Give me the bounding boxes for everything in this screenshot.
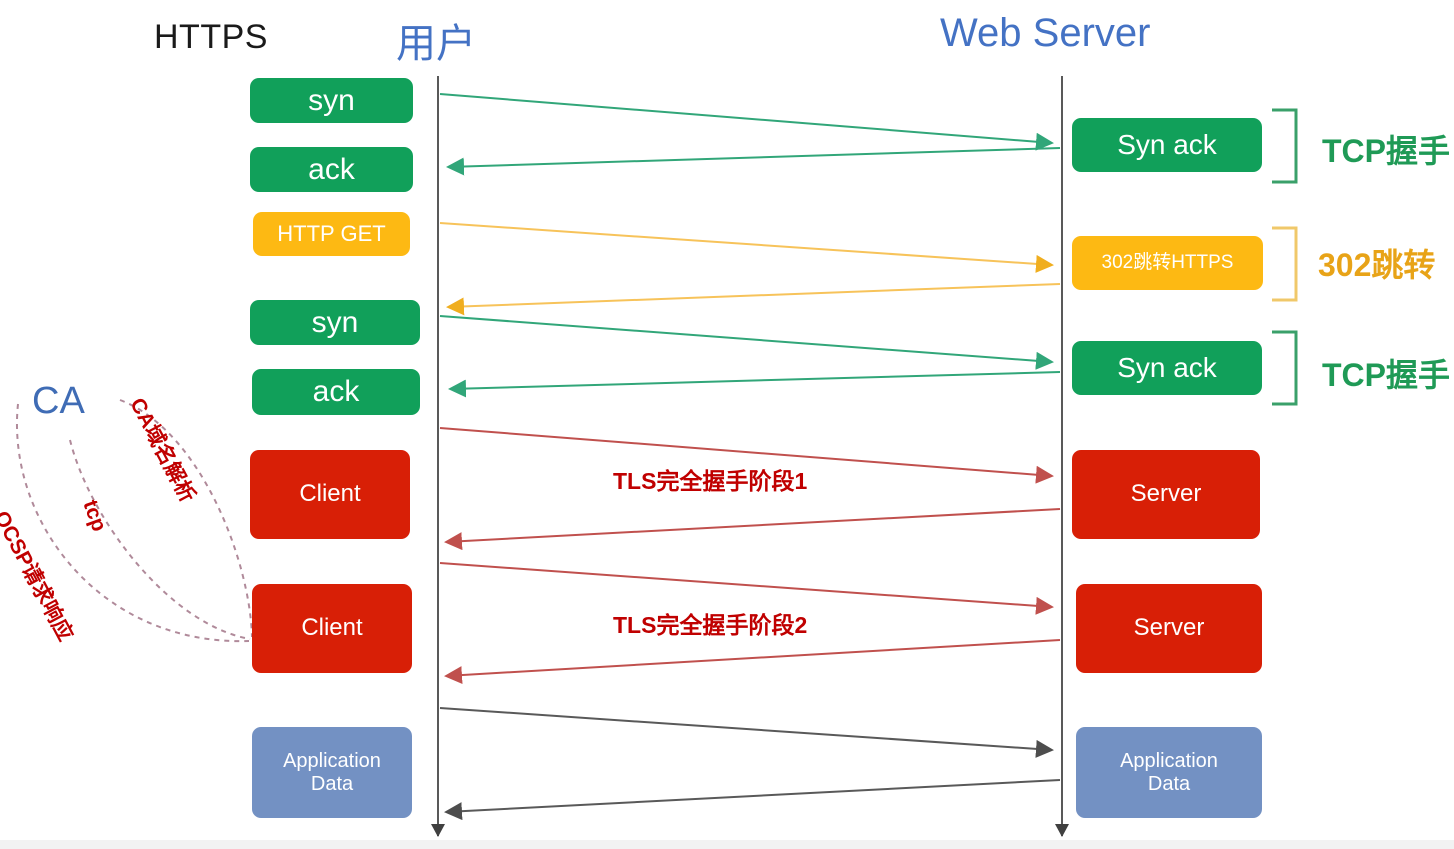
group-label-tcp-handshake-1: TCP握手: [1322, 133, 1451, 169]
message-label-tls-phase-2: TLS完全握手阶段2: [613, 612, 808, 638]
actor-label-server: Web Server: [940, 11, 1151, 55]
bracket-302: [1272, 226, 1298, 302]
diagram-canvas: HTTPS 用户 Web Server syn ack HTTP GET syn…: [0, 0, 1454, 849]
server-box-server-2[interactable]: Server: [1076, 584, 1262, 673]
server-box-syn-ack-2[interactable]: Syn ack: [1072, 341, 1262, 395]
ca-edge-label-ocsp: OCSP请求响应: [0, 507, 77, 645]
actor-label-user: 用户: [396, 22, 476, 66]
ca-edge-label-domain-resolution: CA域名解析: [125, 394, 200, 507]
bottom-strip: [0, 840, 1454, 849]
lifeline-user-arrowhead: [431, 824, 445, 837]
client-box-client-2[interactable]: Client: [252, 584, 412, 673]
message-arrow-synack-2: [448, 371, 1061, 398]
group-label-302-redirect: 302跳转: [1318, 247, 1436, 283]
client-box-client-1[interactable]: Client: [250, 450, 410, 539]
client-box-syn-2[interactable]: syn: [250, 300, 420, 345]
message-arrow-tls2-response: [444, 639, 1061, 685]
message-arrow-appdata-response: [444, 779, 1061, 821]
message-arrow-tls2-request: [439, 562, 1054, 615]
page-title: HTTPS: [154, 18, 268, 56]
message-label-tls-phase-1: TLS完全握手阶段1: [613, 468, 808, 494]
ca-edge-label-tcp: tcp: [78, 497, 111, 535]
message-arrow-syn-1: [439, 93, 1054, 151]
message-arrow-httpget: [439, 222, 1054, 273]
client-box-ack-2[interactable]: ack: [252, 369, 420, 415]
message-arrow-302: [446, 283, 1061, 316]
lifeline-user: [437, 76, 439, 836]
lifeline-server-arrowhead: [1055, 824, 1069, 837]
client-box-application-data[interactable]: Application Data: [252, 727, 412, 818]
ca-node-label: CA: [32, 380, 85, 422]
client-box-syn-1[interactable]: syn: [250, 78, 413, 123]
server-box-server-1[interactable]: Server: [1072, 450, 1260, 539]
message-arrow-synack-1: [446, 147, 1061, 176]
server-box-302-redirect[interactable]: 302跳转HTTPS: [1072, 236, 1263, 290]
client-box-ack-1[interactable]: ack: [250, 147, 413, 192]
message-arrow-tls1-response: [444, 508, 1061, 551]
server-box-syn-ack-1[interactable]: Syn ack: [1072, 118, 1262, 172]
message-arrow-appdata-request: [439, 707, 1054, 758]
client-box-http-get[interactable]: HTTP GET: [253, 212, 410, 256]
bracket-tcp-1: [1272, 108, 1298, 184]
bracket-tcp-2: [1272, 330, 1298, 406]
lifeline-server: [1061, 76, 1063, 836]
message-arrow-syn-2: [439, 315, 1054, 370]
server-box-application-data[interactable]: Application Data: [1076, 727, 1262, 818]
group-label-tcp-handshake-2: TCP握手: [1322, 357, 1451, 393]
